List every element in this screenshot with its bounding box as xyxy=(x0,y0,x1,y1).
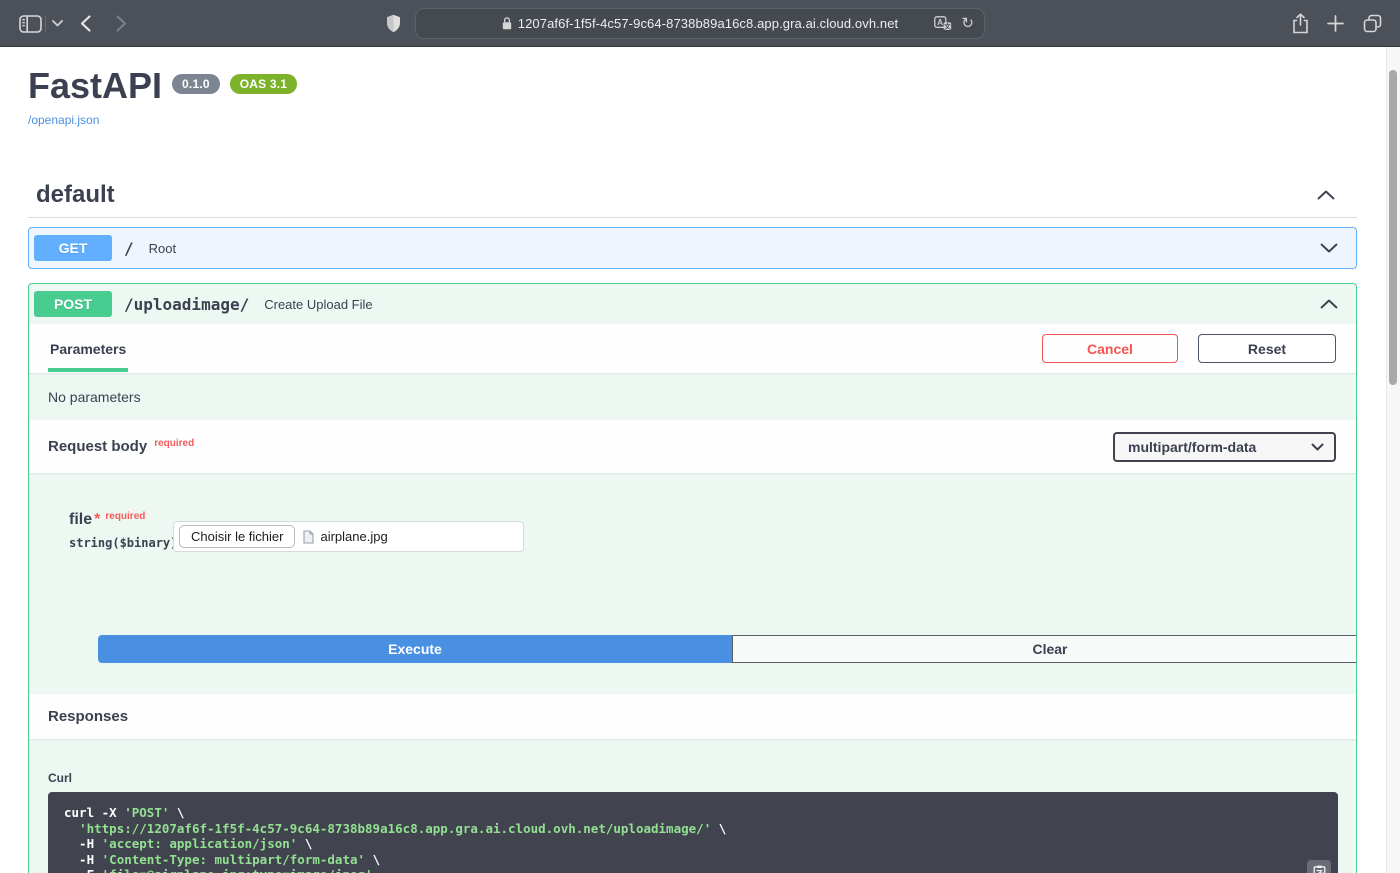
translate-button[interactable]: A 文 xyxy=(934,16,952,31)
share-button[interactable] xyxy=(1292,0,1309,47)
new-tab-button[interactable] xyxy=(1327,0,1344,47)
shield-icon xyxy=(386,14,401,33)
lock-icon xyxy=(502,17,512,30)
translate-icon: A 文 xyxy=(934,16,952,31)
chevron-down-icon xyxy=(1311,443,1324,451)
toolbar-divider xyxy=(45,15,46,32)
request-body-form: file* required string($binary) Choisir le… xyxy=(29,473,1356,694)
sidebar-dropdown-button[interactable] xyxy=(52,0,63,47)
curl-code-line: 'https://1207af6f-1f5f-4c57-9c64-8738b89… xyxy=(64,821,1322,837)
expand-get-button[interactable] xyxy=(1316,239,1342,257)
url-text: 1207af6f-1f5f-4c57-9c64-8738b89a16c8.app… xyxy=(518,16,899,31)
reload-icon: ↻ xyxy=(961,15,974,32)
curl-code-line: curl -X 'POST' \ xyxy=(64,805,1322,821)
request-body-label: Request body xyxy=(48,438,147,455)
execute-button[interactable]: Execute xyxy=(98,635,732,663)
endpoint-post-uploadimage: POST /uploadimage/ Create Upload File Pa… xyxy=(28,283,1357,873)
privacy-report-button[interactable] xyxy=(386,0,401,47)
field-name: file xyxy=(69,511,92,528)
curl-code-line: -H 'accept: application/json' \ xyxy=(64,836,1322,852)
copy-to-clipboard-button[interactable] xyxy=(1307,860,1331,873)
chevron-up-icon xyxy=(1320,299,1338,309)
field-type: string($binary) xyxy=(69,536,173,550)
request-body-header: Request body required multipart/form-data xyxy=(29,420,1356,473)
tag-header-default[interactable]: default xyxy=(28,181,1357,218)
chevron-right-icon xyxy=(116,15,127,32)
scrollbar-thumb[interactable] xyxy=(1389,70,1397,385)
choose-file-button[interactable]: Choisir le fichier xyxy=(179,525,295,548)
browser-toolbar: 1207af6f-1f5f-4c57-9c64-8738b89a16c8.app… xyxy=(0,0,1400,47)
sidebar-toggle-button[interactable] xyxy=(19,0,42,47)
clear-button[interactable]: Clear xyxy=(732,635,1357,663)
openapi-spec-link[interactable]: /openapi.json xyxy=(28,113,99,127)
get-summary: Root xyxy=(149,241,176,256)
share-icon xyxy=(1292,13,1309,34)
curl-section: Curl curl -X 'POST' \ 'https://1207af6f-… xyxy=(29,739,1356,873)
cancel-button[interactable]: Cancel xyxy=(1042,334,1178,363)
oas-badge: OAS 3.1 xyxy=(230,74,297,94)
responses-label: Responses xyxy=(48,708,128,725)
reload-button[interactable]: ↻ xyxy=(961,16,974,31)
chevron-down-icon xyxy=(1320,243,1338,253)
scrollbar-track xyxy=(1386,47,1400,873)
clipboard-copy-icon xyxy=(1313,865,1326,873)
required-asterisk: * xyxy=(94,511,100,528)
chevron-up-icon xyxy=(1317,190,1335,200)
media-type-select[interactable]: multipart/form-data xyxy=(1113,432,1336,462)
required-label: required xyxy=(154,438,194,449)
svg-text:A: A xyxy=(938,18,944,27)
selected-filename: airplane.jpg xyxy=(320,529,387,544)
get-method-badge: GET xyxy=(34,235,112,261)
version-badge: 0.1.0 xyxy=(172,74,220,94)
media-type-value: multipart/form-data xyxy=(1128,439,1256,455)
parameters-header: Parameters Cancel Reset xyxy=(29,324,1356,373)
post-method-badge: POST xyxy=(34,291,112,317)
forward-button[interactable] xyxy=(116,0,127,47)
post-summary: Create Upload File xyxy=(264,297,372,312)
tab-parameters[interactable]: Parameters xyxy=(48,325,128,372)
page-title: FastAPI xyxy=(28,65,162,107)
curl-code-line: -H 'Content-Type: multipart/form-data' \ xyxy=(64,852,1322,868)
tabs-icon xyxy=(1363,14,1382,33)
chevron-down-icon xyxy=(52,20,63,27)
reset-button[interactable]: Reset xyxy=(1198,334,1336,363)
collapse-post-button[interactable] xyxy=(1316,295,1342,313)
url-bar[interactable]: 1207af6f-1f5f-4c57-9c64-8738b89a16c8.app… xyxy=(415,8,985,39)
endpoint-get-root[interactable]: GET / Root xyxy=(28,227,1357,269)
plus-icon xyxy=(1327,15,1344,32)
tag-section-default: default GET / Root xyxy=(28,181,1357,873)
get-path: / xyxy=(124,239,134,258)
post-summary-row[interactable]: POST /uploadimage/ Create Upload File xyxy=(29,284,1356,324)
tag-title: default xyxy=(36,181,115,209)
curl-code: curl -X 'POST' \ 'https://1207af6f-1f5f-… xyxy=(48,792,1338,873)
svg-text:文: 文 xyxy=(945,21,952,30)
back-button[interactable] xyxy=(80,0,91,47)
chevron-left-icon xyxy=(80,15,91,32)
collapse-section-button[interactable] xyxy=(1313,186,1339,204)
responses-header: Responses xyxy=(29,694,1356,739)
api-header: FastAPI 0.1.0 OAS 3.1 /openapi.json xyxy=(28,47,1357,129)
file-input[interactable]: Choisir le fichier airplane.jpg xyxy=(173,521,524,552)
curl-code-line: -F 'file=@airplane.jpg;type=image/jpeg' xyxy=(64,867,1322,873)
sidebar-icon xyxy=(19,15,42,33)
post-path: /uploadimage/ xyxy=(124,295,249,314)
page-content: FastAPI 0.1.0 OAS 3.1 /openapi.json defa… xyxy=(0,47,1400,873)
file-icon xyxy=(303,530,314,544)
required-label: required xyxy=(105,511,145,522)
no-parameters-text: No parameters xyxy=(29,373,1356,420)
tab-overview-button[interactable] xyxy=(1363,0,1382,47)
curl-label: Curl xyxy=(48,771,1336,785)
